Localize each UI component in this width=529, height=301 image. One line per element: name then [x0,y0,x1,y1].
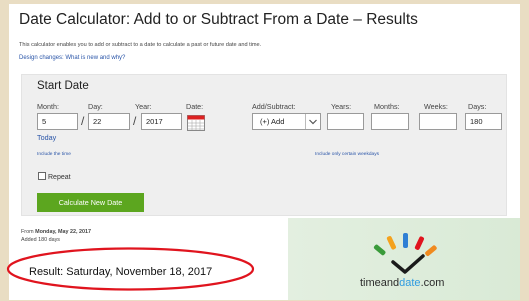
checkbox-icon[interactable] [38,172,46,180]
repeat-checkbox[interactable]: Repeat [38,172,71,181]
start-date-panel: Start Date Month: Day: Year: Date: Add/S… [21,74,507,216]
years-input[interactable] [327,113,364,130]
result-highlight-oval [6,247,255,291]
years-label: Years: [331,102,352,111]
months-input[interactable] [371,113,409,130]
include-time-link[interactable]: Include the time [37,152,71,157]
days-input[interactable]: 180 [465,113,502,130]
day-input[interactable]: 22 [88,113,130,130]
weekdays-link[interactable]: Include only certain weekdays [315,152,379,157]
brand-part1: timeand [360,277,400,289]
from-prefix: From [21,229,36,235]
calculate-new-date-button[interactable]: Calculate New Date [37,193,144,212]
months-label: Months: [374,102,400,111]
timeanddate-brand: timeanddate.com [360,277,444,289]
today-link[interactable]: Today [37,133,56,142]
added-days-text: Added 180 days [21,237,60,243]
year-label: Year: [135,102,152,111]
highlight-ellipse [6,247,255,291]
year-input[interactable]: 2017 [141,113,182,130]
page-title: Date Calculator: Add to or Subtract From… [19,11,418,28]
weeks-label: Weeks: [424,102,448,111]
chevron-down-icon[interactable] [305,114,320,129]
timeanddate-logo-icon [373,233,437,274]
timeanddate-ad[interactable]: timeanddate.com [288,218,520,300]
month-label: Month: [37,102,59,111]
day-label: Day: [88,102,103,111]
page-description: This calculator enables you to add or su… [19,42,262,48]
month-input[interactable]: 5 [37,113,78,130]
date-label: Date: [186,102,204,111]
date-separator: / [133,114,137,128]
from-date-text: From Monday, May 22, 2017 [21,229,91,235]
brand-part3: .com [420,277,445,289]
add-subtract-label: Add/Subtract: [252,102,296,111]
design-changes-link[interactable]: Design changes: What is new and why? [19,55,125,61]
start-date-heading: Start Date [37,80,89,92]
brand-part2: date [399,277,421,289]
date-separator: / [81,114,85,128]
add-subtract-value: (+) Add [260,117,285,126]
from-date: Monday, May 22, 2017 [35,229,92,235]
days-label: Days: [468,102,487,111]
weeks-input[interactable] [419,113,457,130]
repeat-label: Repeat [48,174,71,181]
add-subtract-select[interactable]: (+) Add [252,113,321,130]
calendar-icon[interactable] [187,115,205,131]
